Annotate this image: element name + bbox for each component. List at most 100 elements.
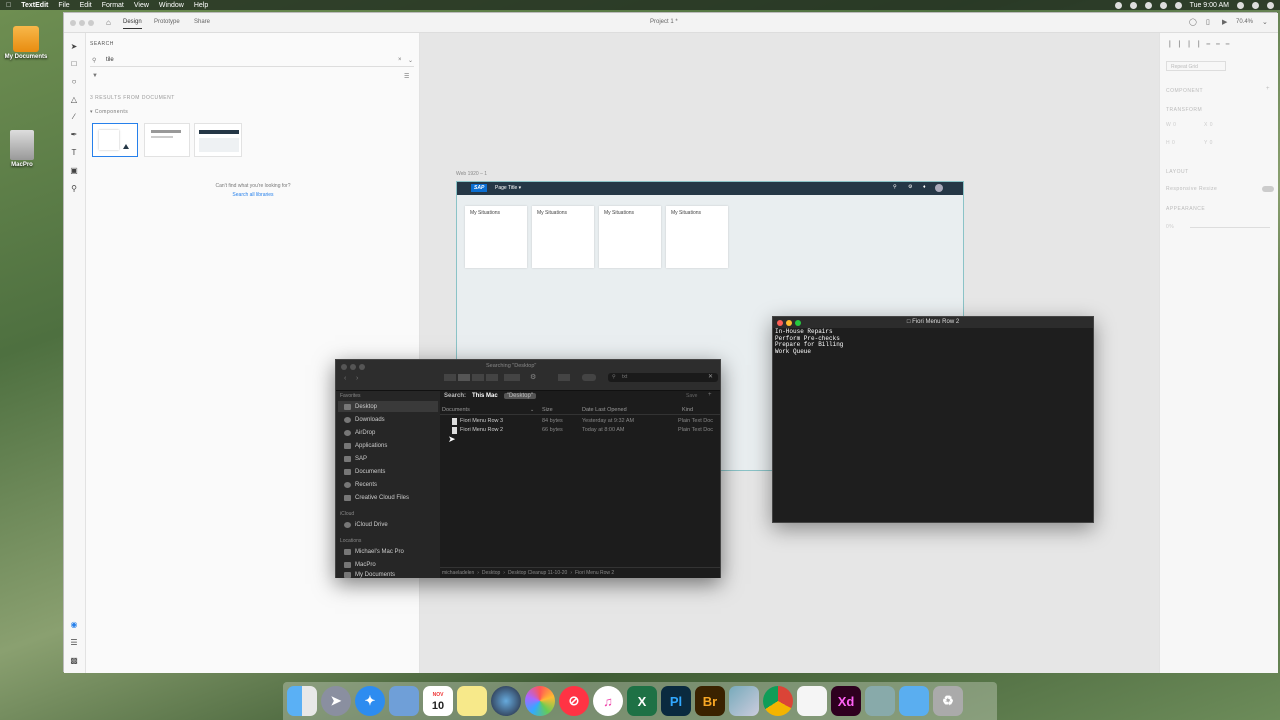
components-group-header[interactable]: ▾ Components (90, 109, 128, 115)
clock[interactable]: Tue 9:00 AM (1190, 2, 1229, 9)
page-title[interactable]: Page Title ▾ (495, 185, 521, 191)
volume-icon[interactable] (1159, 1, 1167, 9)
chevron-down-icon[interactable]: ⌄ (1262, 18, 1268, 26)
component-thumbnail[interactable] (194, 123, 242, 157)
settings-icon[interactable]: ⚙ (908, 184, 912, 190)
menu-edit[interactable]: Edit (80, 2, 92, 9)
notification-center-icon[interactable] (1267, 1, 1274, 9)
desktop-icon-my-documents[interactable]: My Documents (0, 26, 56, 60)
search-icon[interactable] (1237, 1, 1244, 9)
sidebar-item-icloud-drive[interactable]: iCloud Drive (344, 519, 436, 530)
minimize-button[interactable] (79, 20, 85, 26)
align-right-icon[interactable]: ┃ (1187, 41, 1191, 48)
repeat-grid-button[interactable]: Repeat Grid (1166, 61, 1226, 71)
zoom-button[interactable] (795, 320, 801, 326)
chevron-down-icon[interactable]: ⌄ (408, 57, 413, 64)
assets-icon[interactable]: ◉ (69, 621, 79, 629)
icon-view-button[interactable] (444, 374, 456, 381)
zoom-tool-icon[interactable]: ⚲ (69, 185, 79, 193)
sidebar-item-downloads[interactable]: Downloads (344, 414, 436, 425)
dock-calendar-icon[interactable]: NOV 10 (423, 686, 453, 716)
sidebar-item-recents[interactable]: Recents (344, 479, 436, 490)
select-tool-icon[interactable]: ➤ (69, 43, 79, 51)
app-menu[interactable]: TextEdit (21, 2, 48, 9)
x-field[interactable]: X 0 (1204, 122, 1213, 128)
apple-icon[interactable]:  (6, 2, 11, 9)
dock-siri-icon[interactable] (491, 686, 521, 716)
tile[interactable]: My Situations (599, 206, 661, 268)
tile[interactable]: My Situations (532, 206, 594, 268)
align-top-icon[interactable]: ━ (1207, 41, 1211, 48)
distribute-icon[interactable]: ┃ (1197, 41, 1201, 48)
scope-desktop[interactable]: "Desktop" (503, 393, 536, 399)
tab-share[interactable]: Share (194, 19, 210, 25)
list-view-button[interactable] (458, 374, 470, 381)
dock-news-icon[interactable]: ⊘ (559, 686, 589, 716)
y-field[interactable]: Y 0 (1204, 140, 1213, 146)
sidebar-item-my-documents[interactable]: My Documents (344, 571, 436, 578)
group-button[interactable] (504, 374, 520, 381)
dock-photoshop-icon[interactable]: Pl (661, 686, 691, 716)
component-thumbnail[interactable] (92, 123, 138, 157)
clear-icon[interactable]: ✕ (708, 373, 713, 380)
dock-preview-icon[interactable] (389, 686, 419, 716)
search-input[interactable]: ⚲ txt ✕ (608, 373, 718, 382)
list-view-icon[interactable]: ☰ (404, 73, 409, 80)
align-middle-icon[interactable]: ━ (1216, 41, 1220, 48)
close-button[interactable] (777, 320, 783, 326)
tab-prototype[interactable]: Prototype (154, 19, 180, 25)
tab-design[interactable]: Design (123, 19, 142, 29)
path-segment[interactable]: Fiori Menu Row 2 (575, 570, 614, 576)
search-all-libraries-link[interactable]: Search all libraries (86, 192, 420, 198)
dock-trash-icon[interactable]: ♻ (933, 686, 963, 716)
status-icon[interactable] (1114, 1, 1122, 9)
dock-files-icon[interactable] (865, 686, 895, 716)
dock-folder-icon[interactable] (899, 686, 929, 716)
dock-launchpad-icon[interactable]: ➤ (321, 686, 351, 716)
column-date[interactable]: Date Last Opened (582, 406, 627, 415)
close-button[interactable] (70, 20, 76, 26)
minimize-button[interactable] (350, 364, 356, 370)
menu-window[interactable]: Window (159, 2, 184, 9)
battery-icon[interactable] (1174, 1, 1182, 9)
plugins-icon[interactable]: ▩ (69, 657, 79, 665)
dock-finder-icon[interactable] (287, 686, 317, 716)
column-documents[interactable]: Documents (442, 406, 470, 415)
save-search-button[interactable]: Save (686, 393, 697, 399)
artboard-name[interactable]: Web 1920 – 1 (456, 171, 487, 177)
sidebar-item-mac-pro[interactable]: Michael's Mac Pro (344, 546, 436, 557)
zoom-level[interactable]: 70.4% (1236, 19, 1253, 25)
bell-icon[interactable]: ♦ (923, 184, 926, 190)
column-kind[interactable]: Kind (682, 406, 693, 415)
gear-icon[interactable]: ⚙ (530, 373, 536, 381)
pen-tool-icon[interactable]: ✒ (69, 131, 79, 139)
search-input[interactable]: tile (106, 57, 114, 63)
opacity-value[interactable]: 0% (1166, 224, 1174, 230)
add-icon[interactable]: + (1266, 86, 1270, 92)
polygon-tool-icon[interactable]: △ (69, 96, 79, 104)
wifi-icon[interactable] (1144, 1, 1152, 9)
dock-itunes-icon[interactable]: ♫ (593, 686, 623, 716)
text-tool-icon[interactable]: T (69, 149, 79, 157)
dock-bridge-icon[interactable]: Br (695, 686, 725, 716)
play-icon[interactable]: ▶ (1222, 18, 1227, 26)
status-icon[interactable] (1129, 1, 1137, 9)
responsive-resize-toggle[interactable] (1262, 186, 1274, 192)
scope-this-mac[interactable]: This Mac (472, 393, 498, 399)
tags-icon[interactable] (582, 374, 596, 381)
filter-icon[interactable]: ▼ (92, 73, 98, 79)
dock-xd-icon[interactable]: Xd (831, 686, 861, 716)
path-segment[interactable]: michaeladelen (442, 570, 474, 576)
search-field[interactable]: ⚲ tile × ⌄ (90, 55, 414, 67)
sidebar-item-airdrop[interactable]: AirDrop (344, 427, 436, 438)
column-view-button[interactable] (472, 374, 484, 381)
project-title[interactable]: Project 1 * (650, 19, 678, 25)
table-row[interactable]: Fiori Menu Row 2 66 bytes Today at 8:00 … (440, 426, 720, 435)
dock-photos-icon[interactable] (525, 686, 555, 716)
tile[interactable]: My Situations (666, 206, 728, 268)
user-icon[interactable] (1252, 1, 1259, 9)
mobile-preview-icon[interactable]: ▯ (1206, 18, 1210, 26)
menu-format[interactable]: Format (102, 2, 124, 9)
width-field[interactable]: W 0 (1166, 122, 1176, 128)
tile[interactable]: My Situations (465, 206, 527, 268)
